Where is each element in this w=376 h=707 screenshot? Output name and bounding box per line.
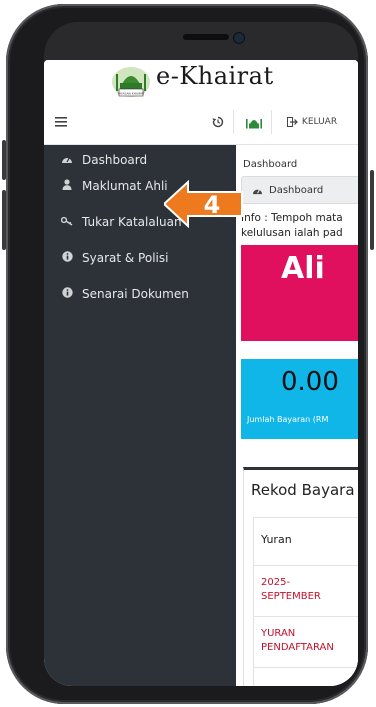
dashboard-icon <box>56 154 78 167</box>
logout-button[interactable]: KELUAR <box>276 100 348 144</box>
breadcrumb[interactable]: Dashboard <box>241 176 358 204</box>
table-header-row: Yuran <box>253 517 358 566</box>
sidebar-item-syarat-polisi[interactable]: Syarat & Polisi <box>44 243 236 273</box>
table-row: YURAN PENDAFTARAN <box>253 617 358 668</box>
payment-total-value: 0.00 <box>281 367 339 397</box>
step-number: 4 <box>204 191 221 219</box>
member-name-card: Ali <box>241 245 358 341</box>
home-button[interactable] <box>240 100 268 144</box>
payment-total-card: 0.00 Jumlah Bayaran (RM <box>241 359 358 439</box>
table-cell: YURAN PENDAFTARAN <box>261 628 334 653</box>
menu-toggle-button[interactable] <box>44 100 78 144</box>
phone-side-button <box>370 170 374 250</box>
top-navbar: KELUAR <box>44 100 358 145</box>
sidebar-item-label: Maklumat Ahli <box>82 179 168 193</box>
payment-records-title: Rekod Bayara <box>251 481 355 499</box>
phone-side-button <box>2 140 6 180</box>
breadcrumb-item: Dashboard <box>269 184 324 196</box>
info-line: kelulusan ialah pad <box>241 227 343 239</box>
mosque-logo-icon: YAYASAN KHAIRAT <box>112 67 150 97</box>
info-notice: Info : Tempoh mata kelulusan ialah pad <box>241 211 358 241</box>
page-title: Dashboard <box>243 159 298 170</box>
nav-divider <box>233 110 234 134</box>
user-icon <box>56 179 78 193</box>
main-content: Dashboard Dashboard Info : Tempoh mata k… <box>237 145 358 686</box>
hamburger-icon <box>55 117 67 127</box>
logo-caption: YAYASAN KHAIRAT <box>117 92 144 96</box>
sidebar-item-senarai-dokumen[interactable]: Senarai Dokumen <box>44 279 236 309</box>
table-row: 2025- SEPTEMBER <box>253 566 358 617</box>
table-header-cell: Yuran <box>261 533 292 546</box>
member-name: Ali <box>281 251 325 286</box>
dashboard-icon <box>253 188 262 194</box>
payment-total-label: Jumlah Bayaran (RM <box>247 415 329 424</box>
mosque-icon <box>246 119 262 129</box>
key-icon <box>56 216 78 229</box>
nav-divider <box>271 110 272 134</box>
sidebar-item-label: Syarat & Polisi <box>82 251 169 265</box>
info-icon <box>56 251 78 265</box>
phone-side-button <box>2 190 6 250</box>
info-line: Info : Tempoh mata <box>241 212 343 224</box>
logo-bar: YAYASAN KHAIRAT e-Khairat <box>44 60 358 100</box>
front-camera <box>233 32 245 44</box>
logout-icon <box>286 117 298 127</box>
history-button[interactable] <box>204 100 232 144</box>
logout-label: KELUAR <box>301 117 338 127</box>
sidebar-item-label: Dashboard <box>82 153 148 167</box>
speaker-grille <box>183 34 229 40</box>
app-screen: YAYASAN KHAIRAT e-Khairat KELUAR Dashboa… <box>44 60 358 686</box>
app-name: e-Khairat <box>156 62 274 90</box>
sidebar-item-label: Senarai Dokumen <box>82 287 189 301</box>
table-cell: 2025- SEPTEMBER <box>261 577 321 602</box>
info-icon <box>56 287 78 301</box>
history-icon <box>212 116 224 128</box>
step-callout-arrow: 4 <box>164 180 243 228</box>
